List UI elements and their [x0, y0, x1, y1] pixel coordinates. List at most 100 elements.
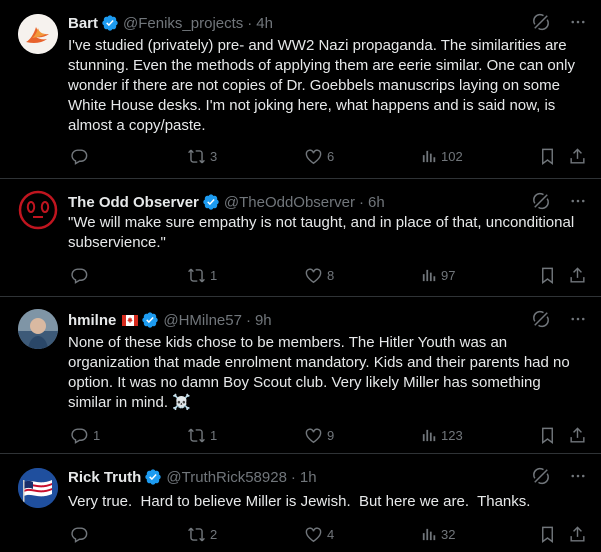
views-button[interactable]: 102: [420, 148, 463, 165]
flag-photo-icon: [18, 468, 58, 508]
like-button[interactable]: 8: [304, 266, 334, 285]
view-count: 97: [441, 267, 456, 283]
avatar-rick-truth[interactable]: [18, 468, 58, 508]
verified-badge-icon: [101, 14, 119, 32]
repost-icon: [187, 266, 206, 285]
repost-button[interactable]: 3: [187, 147, 217, 166]
bookmark-button[interactable]: [538, 426, 557, 445]
bookmark-icon: [538, 525, 557, 544]
views-icon: [420, 267, 437, 284]
view-count: 102: [441, 148, 463, 164]
reply-count: 1: [93, 427, 101, 443]
repost-icon: [187, 147, 206, 166]
tweet-header: The Odd Observer @TheOddObserver · 6h: [68, 191, 589, 213]
separator-dot: ·: [359, 193, 364, 211]
share-icon: [568, 266, 587, 285]
reply-button[interactable]: [70, 266, 93, 285]
reply-icon: [70, 426, 89, 445]
action-bar: 1 1 9 123: [68, 425, 589, 445]
bookmark-icon: [538, 426, 557, 445]
author-handle[interactable]: @Feniks_projects: [123, 15, 243, 32]
repost-button[interactable]: 2: [187, 525, 217, 544]
share-button[interactable]: [568, 525, 587, 544]
post-time[interactable]: 9h: [255, 312, 272, 329]
action-bar: 1 8 97: [68, 265, 589, 285]
tweet-1[interactable]: Bart @Feniks_projects · 4h I've studied …: [0, 0, 601, 179]
reply-button[interactable]: [70, 525, 93, 544]
repost-icon: [187, 525, 206, 544]
avatar-bart[interactable]: [18, 14, 58, 54]
avatar-the-odd-observer[interactable]: [18, 190, 58, 230]
author-name[interactable]: hmilne: [68, 312, 116, 329]
tweet-top-actions: [531, 191, 587, 211]
separator-dot: ·: [245, 311, 251, 329]
bookmark-button[interactable]: [538, 147, 557, 166]
reply-button[interactable]: 1: [70, 426, 100, 445]
bookmark-icon: [538, 266, 557, 285]
odd-face-logo-icon: [18, 190, 58, 230]
like-count: 6: [327, 148, 335, 164]
share-icon: [568, 426, 587, 445]
like-count: 4: [327, 526, 335, 542]
repost-button[interactable]: 1: [187, 426, 217, 445]
tweet-4[interactable]: Rick Truth @TruthRick58928 · 1h Very tru…: [0, 454, 601, 552]
post-time[interactable]: 1h: [300, 469, 317, 486]
views-button[interactable]: 97: [420, 267, 455, 284]
views-button[interactable]: 123: [420, 427, 463, 444]
post-time[interactable]: 4h: [256, 15, 273, 32]
share-icon: [568, 147, 587, 166]
share-button[interactable]: [568, 147, 587, 166]
tweet-top-actions: [531, 309, 587, 329]
author-handle[interactable]: @TruthRick58928: [166, 469, 287, 486]
like-button[interactable]: 6: [304, 147, 334, 166]
repost-count: 3: [210, 148, 218, 164]
like-button[interactable]: 4: [304, 525, 334, 544]
share-button[interactable]: [568, 266, 587, 285]
like-count: 8: [327, 267, 335, 283]
grok-icon[interactable]: [531, 309, 551, 329]
bookmark-button[interactable]: [538, 525, 557, 544]
tweet-2[interactable]: The Odd Observer @TheOddObserver · 6h "W…: [0, 179, 601, 297]
like-icon: [304, 147, 323, 166]
repost-button[interactable]: 1: [187, 266, 217, 285]
author-name[interactable]: Rick Truth: [68, 469, 141, 486]
like-button[interactable]: 9: [304, 426, 334, 445]
more-icon[interactable]: [569, 192, 587, 210]
like-icon: [304, 525, 323, 544]
tweet-top-actions: [531, 12, 587, 32]
author-name[interactable]: The Odd Observer: [68, 194, 199, 211]
author-name[interactable]: Bart: [68, 15, 98, 32]
view-count: 123: [441, 427, 463, 443]
avatar-hmilne[interactable]: [18, 309, 58, 349]
tweet-header: Rick Truth @TruthRick58928 · 1h: [68, 466, 589, 488]
more-icon[interactable]: [569, 13, 587, 31]
tweet-text: I've studied (privately) pre- and WW2 Na…: [68, 37, 575, 134]
action-bar: 3 6 102: [68, 146, 589, 166]
grok-icon[interactable]: [531, 12, 551, 32]
like-icon: [304, 426, 323, 445]
more-icon[interactable]: [569, 310, 587, 328]
post-time[interactable]: 6h: [368, 194, 385, 211]
tweet-3[interactable]: hmilne @HMilne57 · 9h None of these kids…: [0, 297, 601, 454]
tweet-text: "We will make sure empathy is not taught…: [68, 214, 575, 251]
tweet-top-actions: [531, 466, 587, 486]
bookmark-icon: [538, 147, 557, 166]
more-icon[interactable]: [569, 467, 587, 485]
reply-button[interactable]: [70, 147, 93, 166]
author-handle[interactable]: @HMilne57: [163, 312, 242, 329]
share-button[interactable]: [568, 426, 587, 445]
tweet-header: Bart @Feniks_projects · 4h: [68, 12, 589, 34]
share-icon: [568, 525, 587, 544]
views-button[interactable]: 32: [420, 526, 455, 543]
grok-icon[interactable]: [531, 466, 551, 486]
repost-count: 1: [210, 427, 218, 443]
profile-photo-icon: [18, 309, 58, 349]
grok-icon[interactable]: [531, 191, 551, 211]
views-icon: [420, 427, 437, 444]
author-handle[interactable]: @TheOddObserver: [224, 194, 355, 211]
reply-icon: [70, 266, 89, 285]
bookmark-button[interactable]: [538, 266, 557, 285]
verified-badge-icon: [141, 311, 159, 329]
views-icon: [420, 148, 437, 165]
verified-badge-icon: [144, 468, 162, 486]
